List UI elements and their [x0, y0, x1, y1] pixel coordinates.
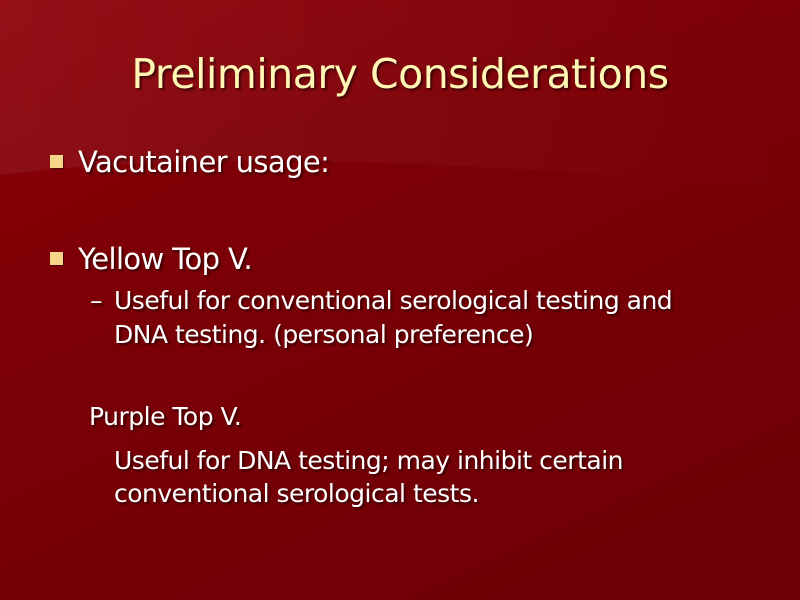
slide-title: Preliminary Considerations: [131, 50, 669, 98]
slide: Preliminary Considerations Vacutainer us…: [0, 0, 800, 600]
purple-top-heading: Purple Top V.: [89, 402, 242, 431]
bullet-yellow-top: Yellow Top V.: [78, 242, 253, 276]
purple-top-description-line-2: conventional serological tests.: [114, 479, 479, 508]
yellow-top-description-line-2: DNA testing. (personal preference): [114, 320, 534, 349]
square-bullet-icon: [50, 155, 63, 168]
sub-bullet-dash: –: [90, 286, 103, 315]
bullet-vacutainer-usage: Vacutainer usage:: [78, 145, 330, 179]
yellow-top-description-line-1: Useful for conventional serological test…: [114, 286, 673, 315]
square-bullet-icon: [50, 252, 63, 265]
purple-top-description-line-1: Useful for DNA testing; may inhibit cert…: [114, 446, 623, 475]
